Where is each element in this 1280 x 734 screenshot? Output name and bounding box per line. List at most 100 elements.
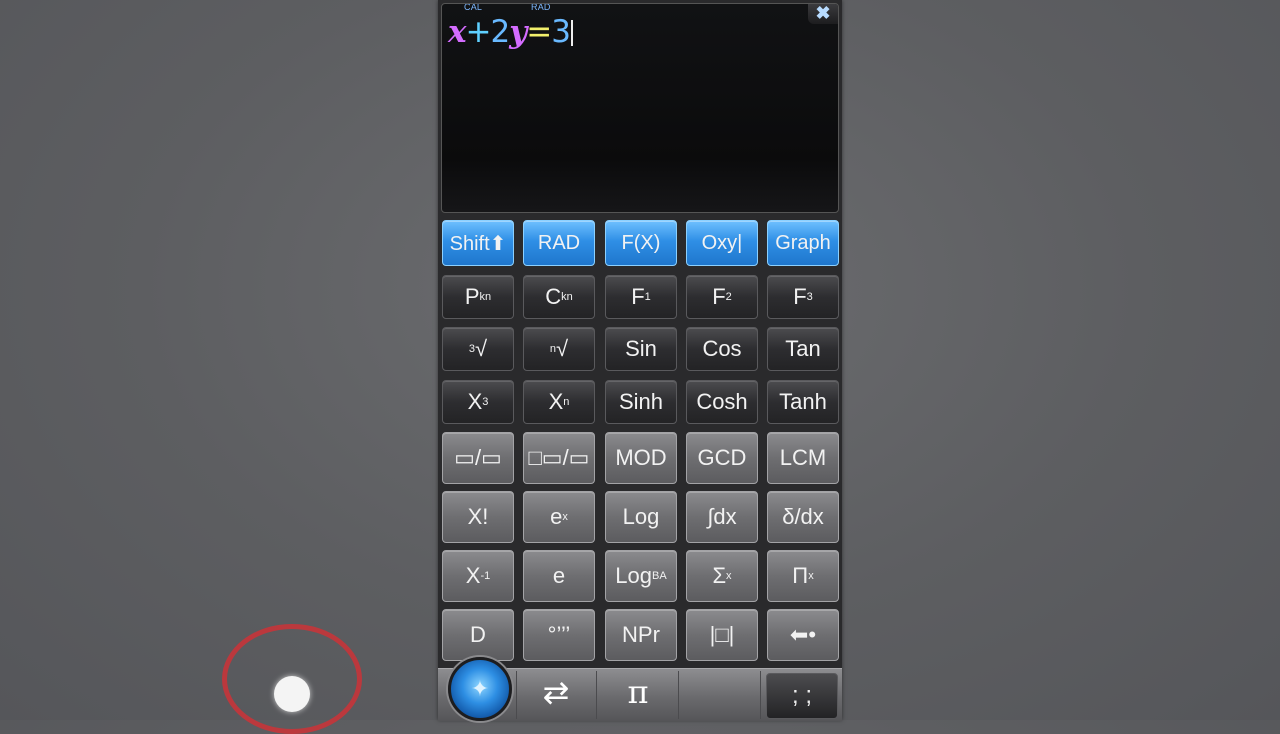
key-label: X [548, 389, 564, 414]
sinh-key[interactable]: Sinh [605, 380, 677, 424]
key-label: □▭/▭ [528, 445, 590, 470]
cube-key[interactable]: X3 [442, 380, 514, 424]
key-label: Log [615, 563, 653, 588]
key-label: GCD [697, 445, 747, 470]
key-label: Cos [702, 336, 742, 361]
key-label: F [793, 284, 807, 309]
degree-minute-second-key[interactable]: °’’’ [523, 609, 595, 661]
key-label: Tanh [779, 389, 827, 414]
backspace-key[interactable]: ⬅• [767, 609, 839, 661]
key-label: Sinh [618, 389, 664, 414]
key-label: Shift⬆ [449, 232, 507, 255]
combination-key[interactable]: Ckn [523, 275, 595, 319]
power-key[interactable]: Xn [523, 380, 595, 424]
factorial-key[interactable]: X! [442, 491, 514, 543]
shift-key[interactable]: Shift⬆ [442, 220, 514, 266]
e-key[interactable]: e [523, 550, 595, 602]
globe-menu-icon[interactable]: ✦ [448, 657, 512, 721]
pi-button[interactable]: π [603, 673, 673, 711]
calculator-app: CAL RAD ✖ x+2y=3 Shift⬆ RAD F(X) Oxy| Graph P… [438, 0, 842, 721]
key-label: Log [622, 504, 660, 529]
fx-key[interactable]: F(X) [605, 220, 677, 266]
key-label: e [550, 504, 563, 529]
key-label: NPr [622, 622, 660, 647]
semicolon-button[interactable]: ; ; [766, 673, 838, 719]
touch-indicator-dot [274, 676, 310, 712]
key-label: ▭/▭ [454, 445, 502, 470]
key-label: F(X) [621, 231, 661, 254]
f2-key[interactable]: F2 [686, 275, 758, 319]
bottom-toolbar: ✦ ⇄ π ; ; [438, 657, 842, 721]
close-icon[interactable]: ✖ [808, 4, 838, 24]
touch-indicator-ring [222, 624, 362, 734]
expression-input[interactable]: x+2y=3 [448, 14, 573, 50]
tanh-key[interactable]: Tanh [767, 380, 839, 424]
key-label: Tan [785, 336, 821, 361]
lcm-key[interactable]: LCM [767, 432, 839, 484]
cos-key[interactable]: Cos [686, 327, 758, 371]
key-label: √ [475, 336, 488, 361]
angle-indicator: RAD [531, 3, 551, 12]
integral-key[interactable]: ∫dx [686, 491, 758, 543]
text-cursor [570, 20, 573, 46]
expression-token: y [509, 14, 527, 50]
mode-indicator: CAL [464, 3, 483, 12]
key-label: Oxy| [701, 231, 743, 254]
key-label: Σ [712, 563, 727, 588]
log-base-key[interactable]: Log B A [605, 550, 677, 602]
npr-key[interactable]: NPr [605, 609, 677, 661]
abs-key[interactable]: |□| [686, 609, 758, 661]
key-label: ⬅• [789, 622, 817, 647]
key-label: X [467, 389, 483, 414]
key-label: RAD [537, 231, 581, 254]
key-label: MOD [615, 445, 667, 470]
sin-key[interactable]: Sin [605, 327, 677, 371]
key-label: √ [556, 336, 569, 361]
exp-key[interactable]: ex [523, 491, 595, 543]
nth-root-key[interactable]: n √ [523, 327, 595, 371]
key-label: Cosh [696, 389, 748, 414]
swap-arrows-icon[interactable]: ⇄ [521, 673, 591, 711]
key-label: F [712, 284, 726, 309]
derivative-key[interactable]: δ/dx [767, 491, 839, 543]
log-key[interactable]: Log [605, 491, 677, 543]
fraction-key[interactable]: ▭/▭ [442, 432, 514, 484]
graph-key[interactable]: Graph [767, 220, 839, 266]
cosh-key[interactable]: Cosh [686, 380, 758, 424]
permutation-key[interactable]: Pkn [442, 275, 514, 319]
expression-token: 3 [551, 14, 571, 50]
expression-token: 2 [490, 14, 510, 50]
rad-key[interactable]: RAD [523, 220, 595, 266]
key-label: ∫dx [707, 504, 737, 529]
f3-key[interactable]: F3 [767, 275, 839, 319]
mixed-fraction-key[interactable]: □▭/▭ [523, 432, 595, 484]
product-key[interactable]: Πx [767, 550, 839, 602]
cube-root-key[interactable]: 3 √ [442, 327, 514, 371]
expression-token: + [465, 14, 491, 50]
key-label: P [464, 284, 480, 309]
key-label: °’’’ [547, 622, 571, 647]
mod-key[interactable]: MOD [605, 432, 677, 484]
d-key[interactable]: D [442, 609, 514, 661]
axis-key[interactable]: Oxy| [686, 220, 758, 266]
f1-key[interactable]: F1 [605, 275, 677, 319]
key-label: |□| [709, 622, 735, 647]
key-label: Sin [625, 336, 657, 361]
key-label: e [552, 563, 566, 588]
display-screen[interactable]: CAL RAD ✖ x+2y=3 [441, 3, 839, 213]
key-label: X [465, 563, 481, 588]
key-label: LCM [779, 445, 827, 470]
key-label: Π [792, 563, 809, 588]
key-label: F [631, 284, 645, 309]
key-label: Graph [775, 231, 831, 254]
inverse-key[interactable]: X -1 [442, 550, 514, 602]
key-label: C [545, 284, 562, 309]
key-label: δ/dx [782, 504, 824, 529]
tan-key[interactable]: Tan [767, 327, 839, 371]
gcd-key[interactable]: GCD [686, 432, 758, 484]
sum-key[interactable]: Σx [686, 550, 758, 602]
key-label: X! [467, 504, 489, 529]
expression-token: = [526, 14, 552, 50]
key-label: D [470, 622, 486, 647]
expression-token: x [448, 14, 467, 50]
